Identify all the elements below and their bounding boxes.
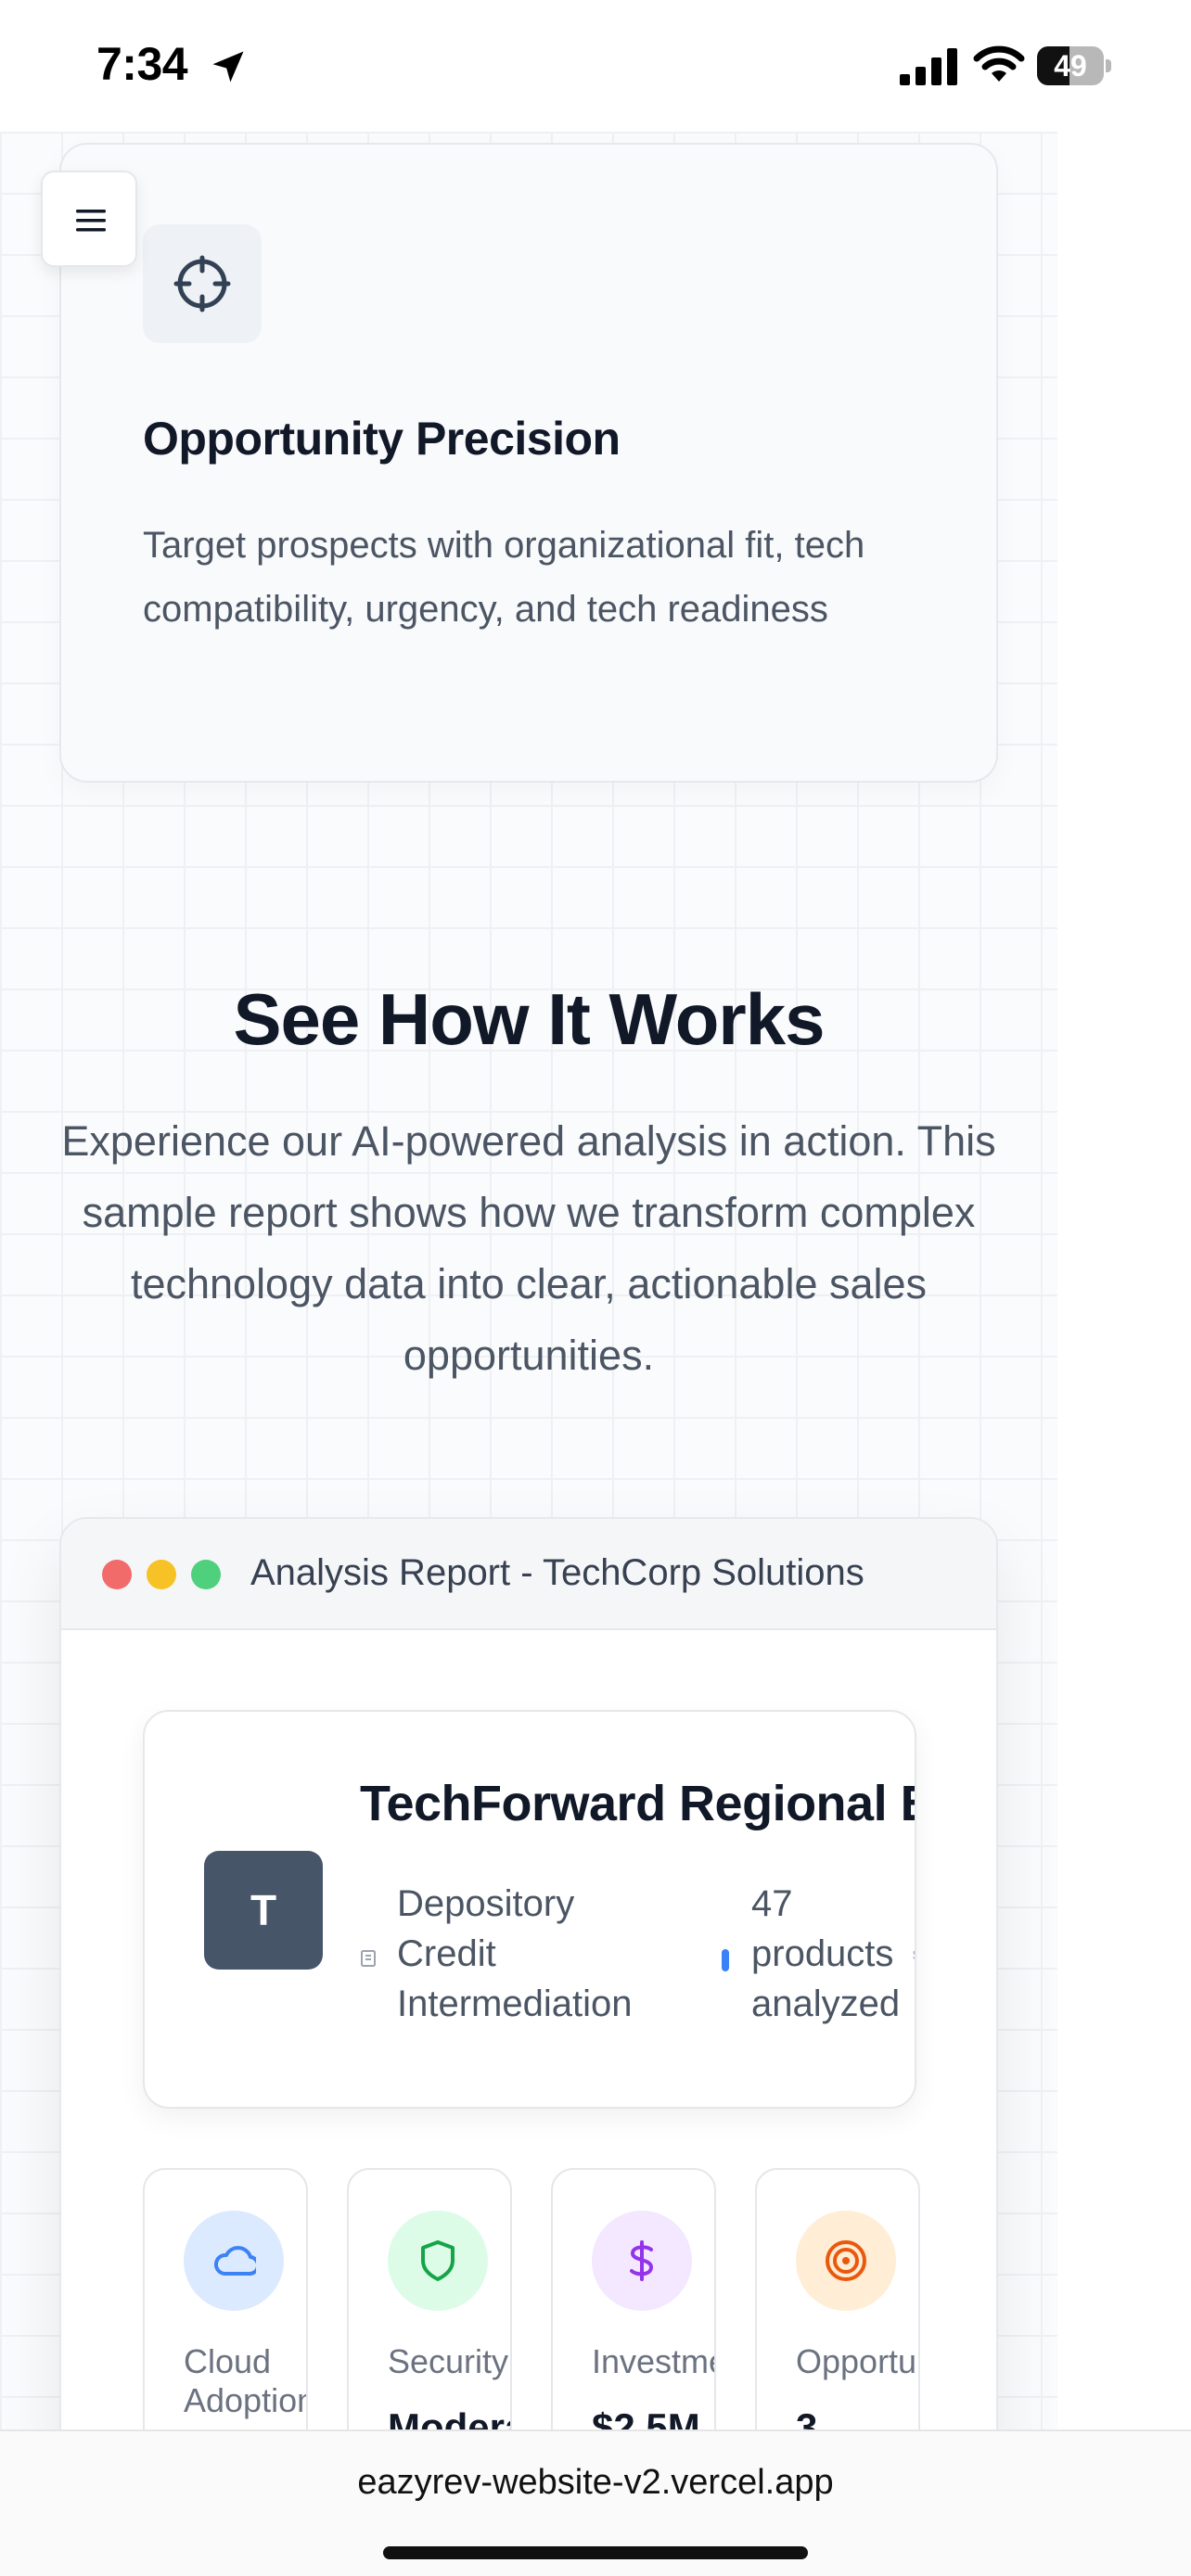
company-card: T TechForward Regional Bank Depository C…	[143, 1710, 916, 2109]
crosshair-icon	[173, 255, 231, 312]
metric-value: $2.5M	[592, 2405, 700, 2429]
browser-bottom-bar[interactable]: eazyrev-website-v2.vercel.app	[0, 2429, 1191, 2576]
status-bar: 7:34 49	[0, 0, 1191, 132]
location-arrow-icon	[212, 51, 244, 83]
metric-label: Investment	[592, 2342, 714, 2380]
url-bar[interactable]: eazyrev-website-v2.vercel.app	[0, 2463, 1191, 2503]
metric-icon-circle	[592, 2211, 692, 2311]
metric-label: Opportunities	[796, 2342, 918, 2380]
dollar-icon: $	[913, 1947, 915, 1962]
window-close-dot	[102, 1560, 132, 1589]
metric-label: Cloud Adoption	[184, 2342, 308, 2419]
metric-card: Opportunities 3	[755, 2168, 920, 2429]
report-titlebar: Analysis Report - TechCorp Solutions	[61, 1519, 996, 1630]
building-icon	[361, 1950, 376, 1967]
page-margin	[1057, 132, 1191, 2429]
company-industry: Depository Credit Intermediation	[397, 1883, 633, 2024]
target-icon	[826, 2240, 866, 2281]
menu-button[interactable]	[41, 171, 137, 267]
feature-title: Opportunity Precision	[143, 413, 621, 465]
hamburger-menu-icon	[76, 210, 106, 232]
feature-description: Target prospects with organizational fit…	[143, 525, 865, 630]
metric-value: Moderate	[388, 2405, 510, 2429]
report-window-title: Analysis Report - TechCorp Solutions	[250, 1552, 864, 1593]
metric-card: Cloud Adoption	[143, 2168, 308, 2429]
report-window: Analysis Report - TechCorp Solutions T T…	[59, 1517, 998, 2429]
window-minimize-dot	[147, 1560, 176, 1589]
metric-card: Investment $2.5M	[551, 2168, 716, 2429]
metric-card: Security Moderate	[347, 2168, 512, 2429]
company-products: 47 products analyzed	[751, 1883, 901, 2024]
metric-value: 3	[796, 2405, 818, 2429]
feature-icon-box	[143, 224, 262, 343]
products-indicator	[722, 1949, 729, 1971]
metric-icon-circle	[184, 2211, 284, 2311]
metric-label: Security	[388, 2342, 509, 2380]
window-maximize-dot	[191, 1560, 221, 1589]
shield-icon	[421, 2240, 455, 2281]
cloud-icon	[214, 2246, 256, 2276]
battery-percent: 49	[1054, 49, 1087, 83]
section-title: See How It Works	[233, 978, 825, 1060]
status-time: 7:34	[96, 38, 188, 90]
metric-icon-circle	[388, 2211, 488, 2311]
company-name: TechForward Regional Bank	[360, 1776, 915, 1831]
web-content[interactable]: Opportunity Precision Target prospects w…	[0, 132, 1057, 2429]
cellular-signal-icon	[900, 48, 957, 85]
section-description: Experience our AI-powered analysis in ac…	[61, 1117, 996, 1379]
home-indicator[interactable]	[383, 2546, 808, 2559]
battery-indicator: 49	[1037, 46, 1111, 85]
dollar-icon	[630, 2240, 654, 2281]
company-avatar: T	[204, 1851, 323, 1970]
metric-icon-circle	[796, 2211, 896, 2311]
feature-card: Opportunity Precision Target prospects w…	[59, 143, 998, 783]
wifi-icon	[973, 45, 1025, 82]
